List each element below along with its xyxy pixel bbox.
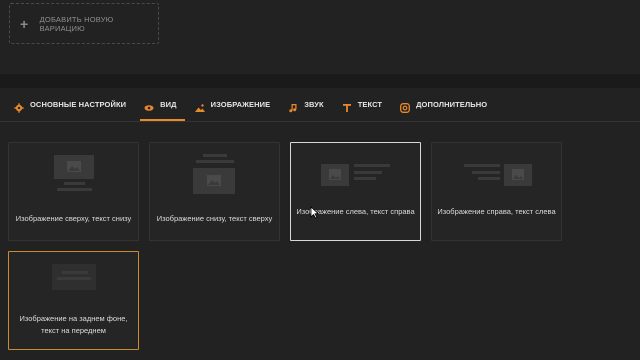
text-placeholder-line bbox=[64, 182, 85, 185]
mouse-pointer-icon bbox=[310, 206, 319, 219]
tab-label: ТЕКСТ bbox=[357, 100, 383, 109]
tab-additional[interactable]: ДОПОЛНИТЕЛЬНО bbox=[400, 88, 487, 122]
layout-card-image-right[interactable]: Изображение справа, текст слева bbox=[431, 142, 562, 241]
tab-label: ДОПОЛНИТЕЛЬНО bbox=[416, 100, 488, 109]
text-placeholder-line bbox=[354, 177, 376, 180]
tab-label: ВИД bbox=[160, 100, 177, 109]
layout-options: Изображение сверху, текст снизу Изображе… bbox=[0, 122, 640, 360]
text-placeholder-line bbox=[57, 188, 92, 191]
gear-icon bbox=[14, 100, 24, 113]
tab-main-settings[interactable]: ОСНОВНЫЕ НАСТРОЙКИ bbox=[14, 88, 126, 122]
text-placeholder-line bbox=[203, 154, 227, 157]
layout-card-label: Изображение сверху, текст снизу bbox=[15, 214, 132, 223]
text-placeholder-line bbox=[354, 164, 390, 167]
tab-view[interactable]: ВИД bbox=[140, 88, 186, 122]
layout-card-label: Изображение справа, текст слева bbox=[437, 207, 556, 216]
layout-card-image-left[interactable]: Изображение слева, текст справа bbox=[290, 142, 421, 241]
tab-label: ИЗОБРАЖЕНИЕ bbox=[210, 100, 271, 109]
tab-image[interactable]: ИЗОБРАЖЕНИЕ bbox=[194, 88, 271, 122]
add-variation-label: ДОБАВИТЬ НОВУЮ ВАРИАЦИЮ bbox=[39, 14, 114, 33]
add-variation-button[interactable]: + ДОБАВИТЬ НОВУЮ ВАРИАЦИЮ bbox=[9, 3, 159, 44]
image-placeholder-icon bbox=[54, 155, 94, 179]
image-icon bbox=[194, 100, 205, 112]
text-t-icon bbox=[342, 100, 352, 112]
image-placeholder-icon bbox=[321, 164, 349, 186]
tab-label: ЗВУК bbox=[304, 100, 324, 109]
tab-sound[interactable]: ЗВУК bbox=[288, 88, 324, 122]
tab-label: ОСНОВНЫЕ НАСТРОЙКИ bbox=[30, 100, 127, 109]
music-note-icon bbox=[288, 100, 298, 112]
text-placeholder-line bbox=[354, 171, 382, 174]
layout-card-image-top[interactable]: Изображение сверху, текст снизу bbox=[8, 142, 139, 241]
text-placeholder-line bbox=[196, 160, 234, 163]
settings-tabs: ОСНОВНЫЕ НАСТРОЙКИ ВИД ИЗОБРАЖЕНИЕ ЗВУК … bbox=[0, 88, 640, 122]
text-placeholder-line bbox=[464, 164, 500, 167]
top-area: + ДОБАВИТЬ НОВУЮ ВАРИАЦИЮ bbox=[0, 0, 640, 74]
text-placeholder-line bbox=[472, 171, 500, 174]
text-placeholder-line bbox=[57, 277, 91, 280]
eye-icon bbox=[144, 100, 154, 111]
section-divider bbox=[0, 74, 640, 88]
text-placeholder-line bbox=[478, 177, 500, 180]
plus-icon: + bbox=[20, 15, 29, 32]
tab-text[interactable]: ТЕКСТ bbox=[342, 88, 382, 122]
layout-card-image-background[interactable]: Изображение на заднем фоне, текст на пер… bbox=[8, 251, 139, 350]
layout-card-image-bottom[interactable]: Изображение снизу, текст сверху bbox=[149, 142, 280, 241]
text-placeholder-line bbox=[62, 271, 88, 274]
image-placeholder-icon bbox=[504, 164, 532, 186]
circle-settings-icon bbox=[400, 100, 411, 113]
layout-card-label: Изображение снизу, текст сверху bbox=[156, 214, 273, 223]
image-placeholder-icon bbox=[193, 168, 235, 194]
layout-card-label: Изображение на заднем фоне, текст на пер… bbox=[19, 314, 128, 335]
